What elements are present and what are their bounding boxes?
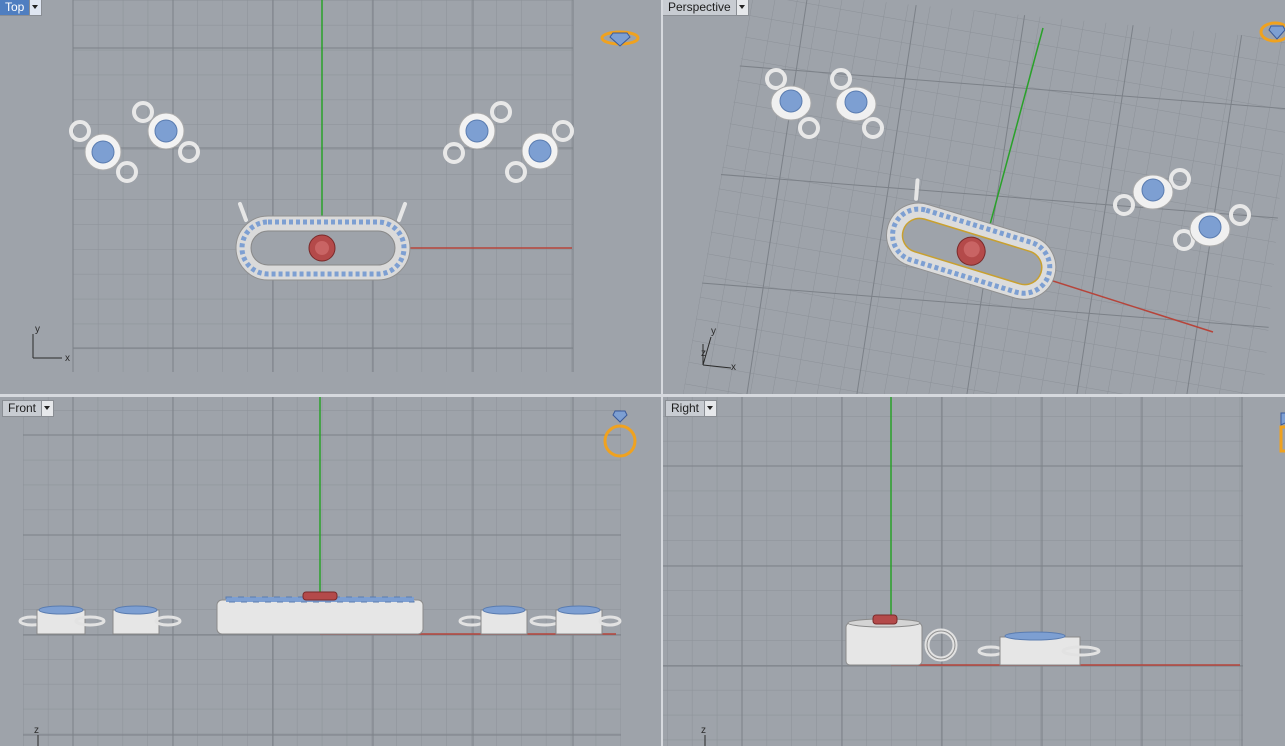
svg-text:z: z [34, 725, 39, 736]
svg-text:x: x [731, 362, 736, 373]
rhino-viewports: y x Top y z x Perspective z Front z Righ… [0, 0, 1285, 746]
svg-text:z: z [701, 348, 706, 359]
viewport-right-label[interactable]: Right [665, 400, 718, 417]
horizontal-splitter[interactable] [0, 394, 1285, 397]
viewport-front[interactable]: z Front [0, 397, 661, 746]
dropdown-arrow-icon[interactable] [29, 0, 42, 15]
dropdown-arrow-icon[interactable] [735, 0, 748, 15]
dropdown-arrow-icon[interactable] [704, 401, 717, 416]
svg-text:x: x [65, 353, 70, 364]
perspective-scene: y z x [683, 0, 1285, 394]
front-scene: z [18, 397, 637, 746]
viewport-top[interactable]: y x Top [0, 0, 661, 394]
svg-text:y: y [711, 326, 716, 337]
pendant-front [216, 591, 424, 635]
vertical-splitter[interactable] [661, 0, 663, 746]
view-cube-icon [600, 30, 640, 47]
viewport-perspective-label[interactable]: Perspective [663, 0, 749, 16]
axis-indicator [32, 334, 62, 359]
viewport-right[interactable]: z Right [663, 397, 1285, 746]
svg-text:z: z [701, 725, 706, 736]
viewport-front-label[interactable]: Front [2, 400, 55, 417]
ring-icon [1279, 412, 1285, 453]
top-scene: y x [32, 0, 640, 372]
viewport-perspective[interactable]: y z x Perspective [663, 0, 1285, 394]
right-scene: z [663, 397, 1285, 746]
svg-text:y: y [35, 324, 40, 335]
viewport-top-label[interactable]: Top [0, 0, 43, 16]
dropdown-arrow-icon[interactable] [41, 401, 54, 416]
